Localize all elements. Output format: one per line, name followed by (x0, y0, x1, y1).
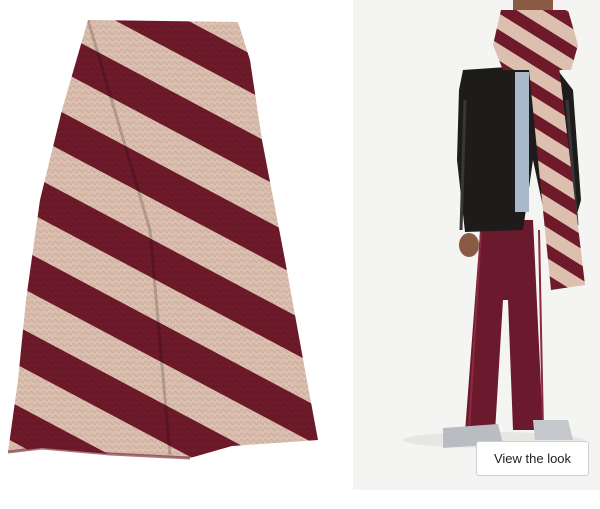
scarf-flat-lay-illustration (7, 20, 318, 460)
product-gallery: View the look (0, 0, 600, 509)
product-image-scarf[interactable] (0, 0, 344, 490)
model-figure-illustration (353, 0, 600, 490)
product-image-model[interactable] (353, 0, 600, 490)
view-the-look-button[interactable]: View the look (476, 441, 589, 476)
